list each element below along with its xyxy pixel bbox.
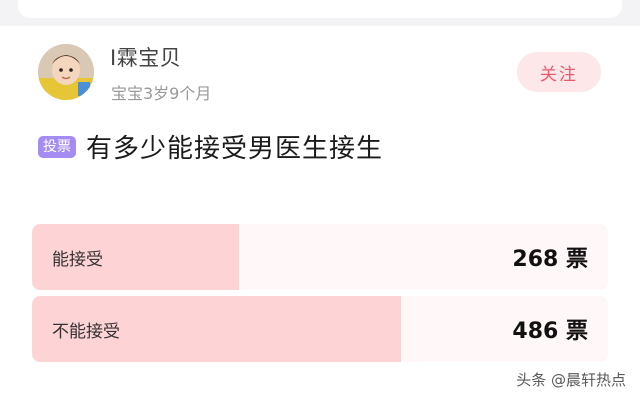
previous-card-edge [18, 0, 622, 18]
follow-button[interactable]: 关注 [517, 52, 601, 92]
poll-option-label: 能接受 [52, 249, 103, 270]
username[interactable]: I霖宝贝 [110, 42, 181, 72]
poll-title: 有多少能接受男医生接生 [86, 134, 384, 164]
poll-option-votes: 486 票 [512, 319, 588, 344]
poll-option-label: 不能接受 [52, 321, 120, 342]
watermark: 头条 @晨轩热点 [516, 371, 626, 389]
avatar[interactable] [38, 44, 94, 100]
poll-title-row: 投票 有多少能接受男医生接生 [38, 128, 383, 165]
poll-option-reject[interactable]: 不能接受 486 票 [32, 296, 608, 362]
baby-age-text: 宝宝3岁9个月 [111, 84, 212, 103]
poll-badge: 投票 [38, 135, 76, 158]
avatar-image [38, 44, 94, 100]
poll-option-accept[interactable]: 能接受 268 票 [32, 224, 608, 290]
poll-option-votes: 268 票 [512, 247, 588, 272]
